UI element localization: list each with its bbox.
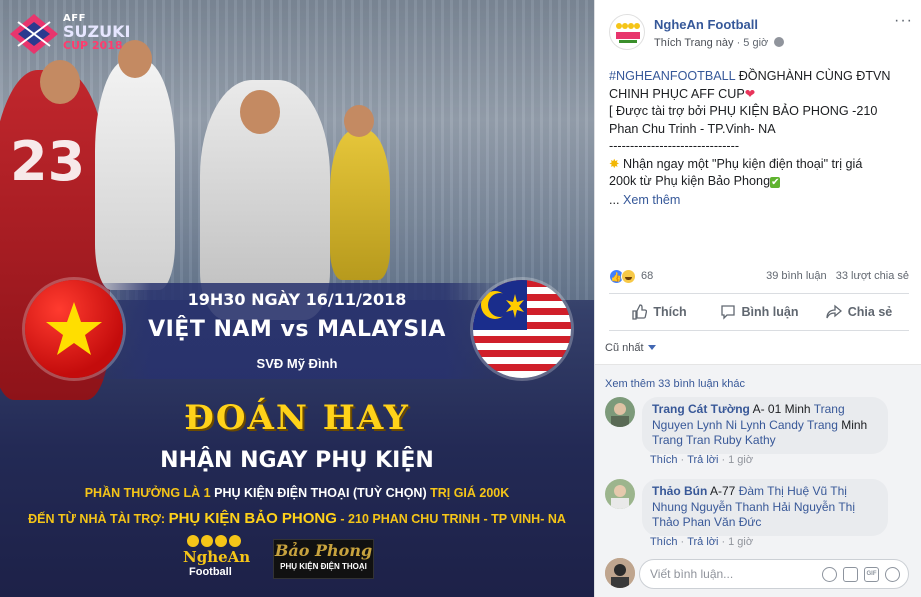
comment-reply-link[interactable]: Trả lời [687,454,718,466]
aff-cup-wordmark: AFF SUZUKI CUP 2018 [63,13,131,52]
comment-actions: Thích · Trả lời · 1 giờ [650,536,754,548]
view-more-comments-link[interactable]: Xem thêm 33 bình luận khác [605,378,745,390]
hashtag-link[interactable]: #NGHEANFOOTBALL [609,69,735,83]
like-button[interactable]: Thích [609,296,709,328]
comment-icon [720,305,735,320]
vietnam-flag-icon [25,280,123,378]
post-actions: Thích Bình luận Chia sẻ [609,296,909,328]
page-avatar[interactable] [609,14,645,50]
emoji-icon[interactable] [822,567,837,582]
malaysia-flag-icon [473,280,571,378]
like-icon [632,304,648,320]
post-body: #NGHEANFOOTBALL ĐỒNGHÀNH CÙNG ĐTVN CHINH… [609,69,891,207]
comment-actions: Thích · Trả lời · 1 giờ [650,454,754,466]
comment-like-link[interactable]: Thích [650,536,678,548]
nghean-football-logo: NgheAn Football [183,535,269,581]
baophong-logo: Bảo Phong PHỤ KIỆN ĐIỆN THOẠI [273,539,374,579]
post-meta: Thích Trang này · 5 giờ [654,37,785,49]
comment-bubble: Trang Cát Tường A- 01 Minh Trang Nguyen … [642,397,888,454]
comment-input-wrapper: GIF [639,559,909,589]
comments-section: Xem thêm 33 bình luận khác Trang Cát Tườ… [595,364,921,550]
aff-cup-logo [10,14,58,54]
share-count[interactable]: 33 lượt chia sẻ [836,270,909,282]
like-page-link[interactable]: Thích Trang này [654,37,734,49]
see-more-link[interactable]: Xem thêm [623,193,680,207]
comment-time[interactable]: 1 giờ [728,536,753,548]
share-button[interactable]: Chia sẻ [809,296,909,328]
haha-reaction-icon[interactable] [621,269,636,284]
sparkle-emoji-icon: ✸ [609,156,620,171]
post-time[interactable]: 5 giờ [743,37,768,49]
share-icon [826,304,842,319]
promo-subheadline: NHẬN NGAY PHỤ KIỆN [160,448,434,473]
prize-description: PHẦN THƯỞNG LÀ 1 PHỤ KIỆN ĐIỆN THOẠI (TU… [84,486,510,500]
comment-time[interactable]: 1 giờ [728,454,753,466]
comment-bubble: Thảo Bún A-77 Đàm Thị Huệ Vũ Thị Nhung N… [642,479,888,536]
reaction-bar: 👍 68 39 bình luận 33 lượt chia sẻ [609,268,909,286]
divider [609,330,909,331]
avatar[interactable] [605,397,635,427]
avatar[interactable] [605,558,635,588]
promo-headline: ĐOÁN HAY [184,398,410,438]
player-white-figure [95,60,175,290]
gif-icon[interactable]: GIF [864,567,879,582]
referee-figure [330,130,390,280]
composer-tools: GIF [822,567,900,582]
globe-icon [774,37,785,47]
sponsor-line: ĐẾN TỪ NHÀ TÀI TRỢ: PHỤ KIỆN BẢO PHONG -… [28,510,566,527]
comment-button[interactable]: Bình luận [709,296,809,328]
comment-like-link[interactable]: Thích [650,454,678,466]
camera-icon[interactable] [843,567,858,582]
comment-author-link[interactable]: Trang Cát Tường [652,402,750,416]
comment-composer: GIF [595,550,921,597]
chevron-down-icon [647,345,656,350]
more-icon[interactable]: ··· [894,13,912,30]
comment-count[interactable]: 39 bình luận [766,270,827,282]
player-number: 23 [10,130,86,193]
divider [609,293,909,294]
post-side-panel: NgheAn Football Thích Trang này · 5 giờ … [594,0,921,597]
avatar[interactable] [605,479,635,509]
check-emoji-icon: ✔ [770,177,781,188]
comment-author-link[interactable]: Thảo Bún [652,484,707,498]
comment-reply-link[interactable]: Trả lời [687,536,718,548]
reaction-count[interactable]: 68 [641,270,653,282]
tagged-users-link[interactable]: Trang Tran Ruby Kathy [652,433,776,447]
heart-emoji-icon: ❤ [744,86,756,101]
post-header: NgheAn Football Thích Trang này · 5 giờ … [595,0,921,60]
comment-sort-dropdown[interactable]: Cũ nhất [605,342,656,354]
promo-poster-image[interactable]: 23 AFF SUZUKI CUP 2018 19H30 NGÀY 16/11/… [0,0,594,597]
comment-input[interactable] [650,565,810,583]
sticker-icon[interactable] [885,567,900,582]
page-name-link[interactable]: NgheAn Football [654,17,758,32]
